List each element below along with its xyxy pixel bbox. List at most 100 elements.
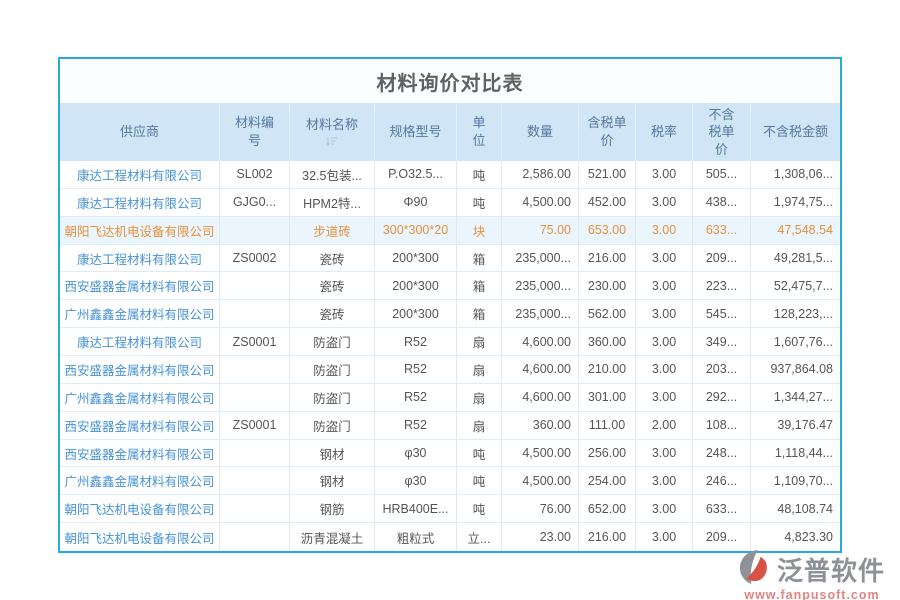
cell-material-code: GJG0... (220, 189, 290, 216)
cell-supplier[interactable]: 康达工程材料有限公司 (60, 245, 220, 272)
table-row[interactable]: 西安盛器金属材料有限公司 瓷砖 200*300 箱 235,000... 230… (60, 272, 840, 300)
cell-supplier[interactable]: 朝阳飞达机电设备有限公司 (60, 217, 220, 244)
cell-spec: R52 (375, 356, 457, 383)
cell-material-code (220, 523, 290, 551)
cell-tax-price: 210.00 (579, 356, 636, 383)
table-row[interactable]: 西安盛器金属材料有限公司 ZS0001 防盗门 R52 扇 360.00 111… (60, 412, 840, 440)
cell-supplier[interactable]: 西安盛器金属材料有限公司 (60, 412, 220, 439)
column-header-label: 材料名称 (306, 116, 358, 134)
cell-spec: Φ90 (375, 189, 457, 216)
cell-tax-rate: 3.00 (636, 189, 693, 216)
column-header-material-code: 材料编号 (220, 103, 290, 161)
cell-unit: 箱 (457, 300, 502, 327)
cell-material-code (220, 272, 290, 299)
cell-material-name: 防盗门 (290, 412, 375, 439)
cell-no-tax-amount: 48,108.74 (751, 495, 840, 522)
cell-no-tax-price: 505... (693, 161, 751, 188)
cell-spec: 粗粒式 (375, 523, 457, 551)
cell-unit: 吨 (457, 161, 502, 188)
cell-material-name: 钢材 (290, 440, 375, 467)
table-row[interactable]: 康达工程材料有限公司 ZS0001 防盗门 R52 扇 4,600.00 360… (60, 328, 840, 356)
cell-tax-price: 562.00 (579, 300, 636, 327)
cell-no-tax-amount: 1,607,76... (751, 328, 840, 355)
cell-material-code (220, 467, 290, 494)
cell-quantity: 4,500.00 (502, 467, 579, 494)
cell-quantity: 235,000... (502, 272, 579, 299)
cell-supplier[interactable]: 西安盛器金属材料有限公司 (60, 440, 220, 467)
sort-icon[interactable] (326, 135, 338, 148)
fanpu-logo-icon (739, 549, 775, 590)
cell-tax-price: 452.00 (579, 189, 636, 216)
cell-no-tax-amount: 52,475,7... (751, 272, 840, 299)
cell-tax-rate: 3.00 (636, 161, 693, 188)
table-row[interactable]: 朝阳飞达机电设备有限公司 钢筋 HRB400E... 吨 76.00 652.0… (60, 495, 840, 523)
table-row[interactable]: 朝阳飞达机电设备有限公司 步道砖 300*300*20 块 75.00 653.… (60, 217, 840, 245)
column-header-no-tax-amount: 不含税金额 (751, 103, 840, 161)
page: 材料询价对比表 供应商 材料编号 材料名称 规格型号 单位 数量 含税单价 税率… (0, 0, 900, 600)
cell-no-tax-amount: 1,308,06... (751, 161, 840, 188)
cell-unit: 扇 (457, 328, 502, 355)
cell-tax-rate: 3.00 (636, 300, 693, 327)
cell-no-tax-price: 633... (693, 217, 751, 244)
column-header-label: 含税单价 (586, 114, 628, 149)
table-row[interactable]: 朝阳飞达机电设备有限公司 沥青混凝土 粗粒式 立... 23.00 216.00… (60, 523, 840, 551)
cell-no-tax-price: 209... (693, 523, 751, 551)
column-header-tax-price: 含税单价 (579, 103, 636, 161)
cell-supplier[interactable]: 西安盛器金属材料有限公司 (60, 272, 220, 299)
table-row[interactable]: 广州鑫鑫金属材料有限公司 钢材 φ30 吨 4,500.00 254.00 3.… (60, 467, 840, 495)
cell-no-tax-price: 223... (693, 272, 751, 299)
cell-tax-rate: 3.00 (636, 328, 693, 355)
cell-spec: HRB400E... (375, 495, 457, 522)
cell-supplier[interactable]: 西安盛器金属材料有限公司 (60, 356, 220, 383)
cell-tax-price: 230.00 (579, 272, 636, 299)
cell-supplier[interactable]: 广州鑫鑫金属材料有限公司 (60, 384, 220, 411)
cell-supplier[interactable]: 广州鑫鑫金属材料有限公司 (60, 300, 220, 327)
cell-material-name: HPM2特... (290, 189, 375, 216)
cell-unit: 块 (457, 217, 502, 244)
table-row[interactable]: 康达工程材料有限公司 ZS0002 瓷砖 200*300 箱 235,000..… (60, 245, 840, 273)
column-header-label: 不含税单价 (707, 106, 737, 159)
cell-supplier[interactable]: 康达工程材料有限公司 (60, 189, 220, 216)
cell-material-name: 瓷砖 (290, 245, 375, 272)
cell-material-name: 瓷砖 (290, 300, 375, 327)
cell-quantity: 75.00 (502, 217, 579, 244)
table-row[interactable]: 康达工程材料有限公司 SL002 32.5包装... P.O32.5... 吨 … (60, 161, 840, 189)
table-row[interactable]: 西安盛器金属材料有限公司 防盗门 R52 扇 4,600.00 210.00 3… (60, 356, 840, 384)
cell-material-name: 沥青混凝土 (290, 523, 375, 551)
cell-no-tax-price: 349... (693, 328, 751, 355)
cell-no-tax-price: 633... (693, 495, 751, 522)
cell-tax-price: 360.00 (579, 328, 636, 355)
cell-tax-rate: 2.00 (636, 412, 693, 439)
cell-material-name: 步道砖 (290, 217, 375, 244)
footer-brand: 泛普软件 www.fanpusoft.com (730, 549, 894, 600)
cell-spec: φ30 (375, 440, 457, 467)
cell-no-tax-amount: 1,974,75... (751, 189, 840, 216)
cell-unit: 箱 (457, 272, 502, 299)
cell-tax-price: 521.00 (579, 161, 636, 188)
cell-supplier[interactable]: 朝阳飞达机电设备有限公司 (60, 495, 220, 522)
table-row[interactable]: 康达工程材料有限公司 GJG0... HPM2特... Φ90 吨 4,500.… (60, 189, 840, 217)
cell-no-tax-amount: 4,823.30 (751, 523, 840, 551)
page-title: 材料询价对比表 (60, 59, 840, 103)
table-row[interactable]: 广州鑫鑫金属材料有限公司 瓷砖 200*300 箱 235,000... 562… (60, 300, 840, 328)
column-header-label: 材料编号 (234, 114, 276, 149)
table-row[interactable]: 西安盛器金属材料有限公司 钢材 φ30 吨 4,500.00 256.00 3.… (60, 440, 840, 468)
column-header-label: 供应商 (120, 123, 159, 141)
cell-material-code (220, 495, 290, 522)
cell-spec: R52 (375, 384, 457, 411)
cell-supplier[interactable]: 广州鑫鑫金属材料有限公司 (60, 467, 220, 494)
cell-supplier[interactable]: 朝阳飞达机电设备有限公司 (60, 523, 220, 551)
cell-supplier[interactable]: 康达工程材料有限公司 (60, 161, 220, 188)
material-inquiry-comparison-table: 材料询价对比表 供应商 材料编号 材料名称 规格型号 单位 数量 含税单价 税率… (58, 57, 842, 553)
cell-supplier[interactable]: 康达工程材料有限公司 (60, 328, 220, 355)
cell-spec: 200*300 (375, 272, 457, 299)
table-row[interactable]: 广州鑫鑫金属材料有限公司 防盗门 R52 扇 4,600.00 301.00 3… (60, 384, 840, 412)
cell-quantity: 76.00 (502, 495, 579, 522)
cell-quantity: 4,600.00 (502, 384, 579, 411)
cell-tax-price: 216.00 (579, 245, 636, 272)
cell-tax-rate: 3.00 (636, 440, 693, 467)
cell-no-tax-amount: 1,118,44... (751, 440, 840, 467)
cell-spec: φ30 (375, 467, 457, 494)
cell-tax-rate: 3.00 (636, 272, 693, 299)
column-header-label: 数量 (527, 123, 553, 141)
